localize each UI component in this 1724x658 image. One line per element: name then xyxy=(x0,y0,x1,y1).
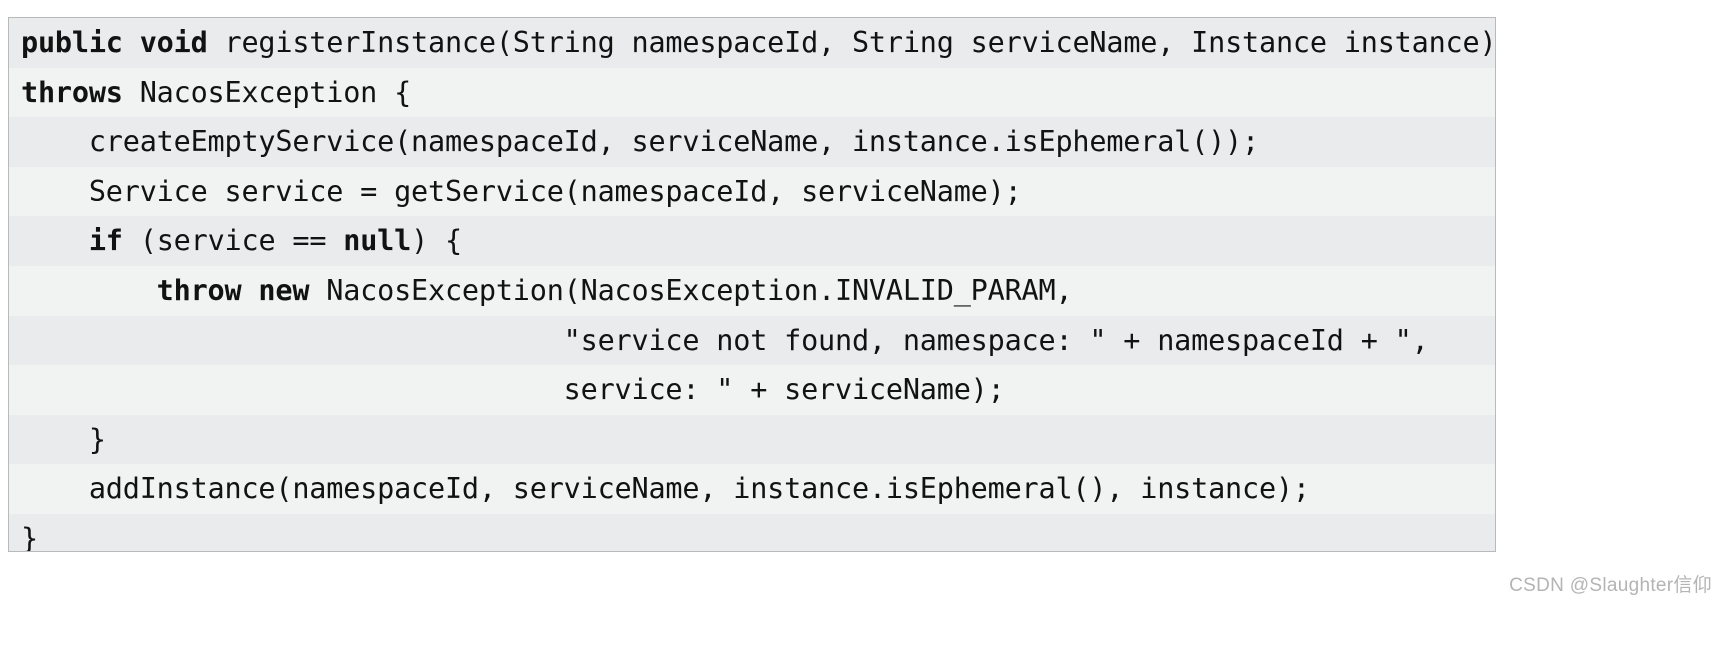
code-text: service: " + serviceName); xyxy=(21,373,1005,407)
code-line: service: " + serviceName); xyxy=(9,365,1495,415)
code-keyword: if xyxy=(88,224,140,258)
code-text: } xyxy=(88,422,106,456)
code-line: createEmptyService(namespaceId, serviceN… xyxy=(9,117,1495,167)
code-line: public void registerInstance(String name… xyxy=(9,18,1495,68)
code-line-list: public void registerInstance(String name… xyxy=(9,18,1495,551)
code-line: Service service = getService(namespaceId… xyxy=(9,166,1495,217)
csdn-watermark: CSDN @Slaughter信仰 xyxy=(1509,575,1712,596)
code-text: createEmptyService(namespaceId, serviceN… xyxy=(88,125,1259,159)
code-text: "service not found, namespace: " + names… xyxy=(21,323,1429,357)
code-line: throw new NacosException(NacosException.… xyxy=(9,265,1495,316)
code-text: registerInstance(String namespaceId, Str… xyxy=(224,26,1496,59)
code-text: Service service = getService(namespaceId… xyxy=(88,174,1022,208)
code-text: ) { xyxy=(411,224,462,258)
code-line: if (service == null) { xyxy=(9,216,1495,266)
code-line: } xyxy=(9,513,1495,552)
code-line: addInstance(namespaceId, serviceName, in… xyxy=(9,464,1495,514)
code-text: NacosException { xyxy=(139,75,412,109)
code-text: NacosException(NacosException.INVALID_PA… xyxy=(326,273,1073,307)
code-snippet-figure: public void registerInstance(String name… xyxy=(8,17,1496,552)
code-keyword: throws xyxy=(21,75,140,109)
code-keyword: public void xyxy=(21,26,225,59)
code-text: } xyxy=(21,521,38,552)
code-text: addInstance(namespaceId, serviceName, in… xyxy=(88,472,1310,506)
code-line: } xyxy=(9,414,1495,465)
code-line: "service not found, namespace: " + names… xyxy=(9,315,1495,366)
code-line: throws NacosException { xyxy=(9,67,1495,118)
code-text: (service == xyxy=(139,224,344,258)
code-keyword: throw new xyxy=(156,273,327,307)
code-keyword: null xyxy=(343,224,412,258)
